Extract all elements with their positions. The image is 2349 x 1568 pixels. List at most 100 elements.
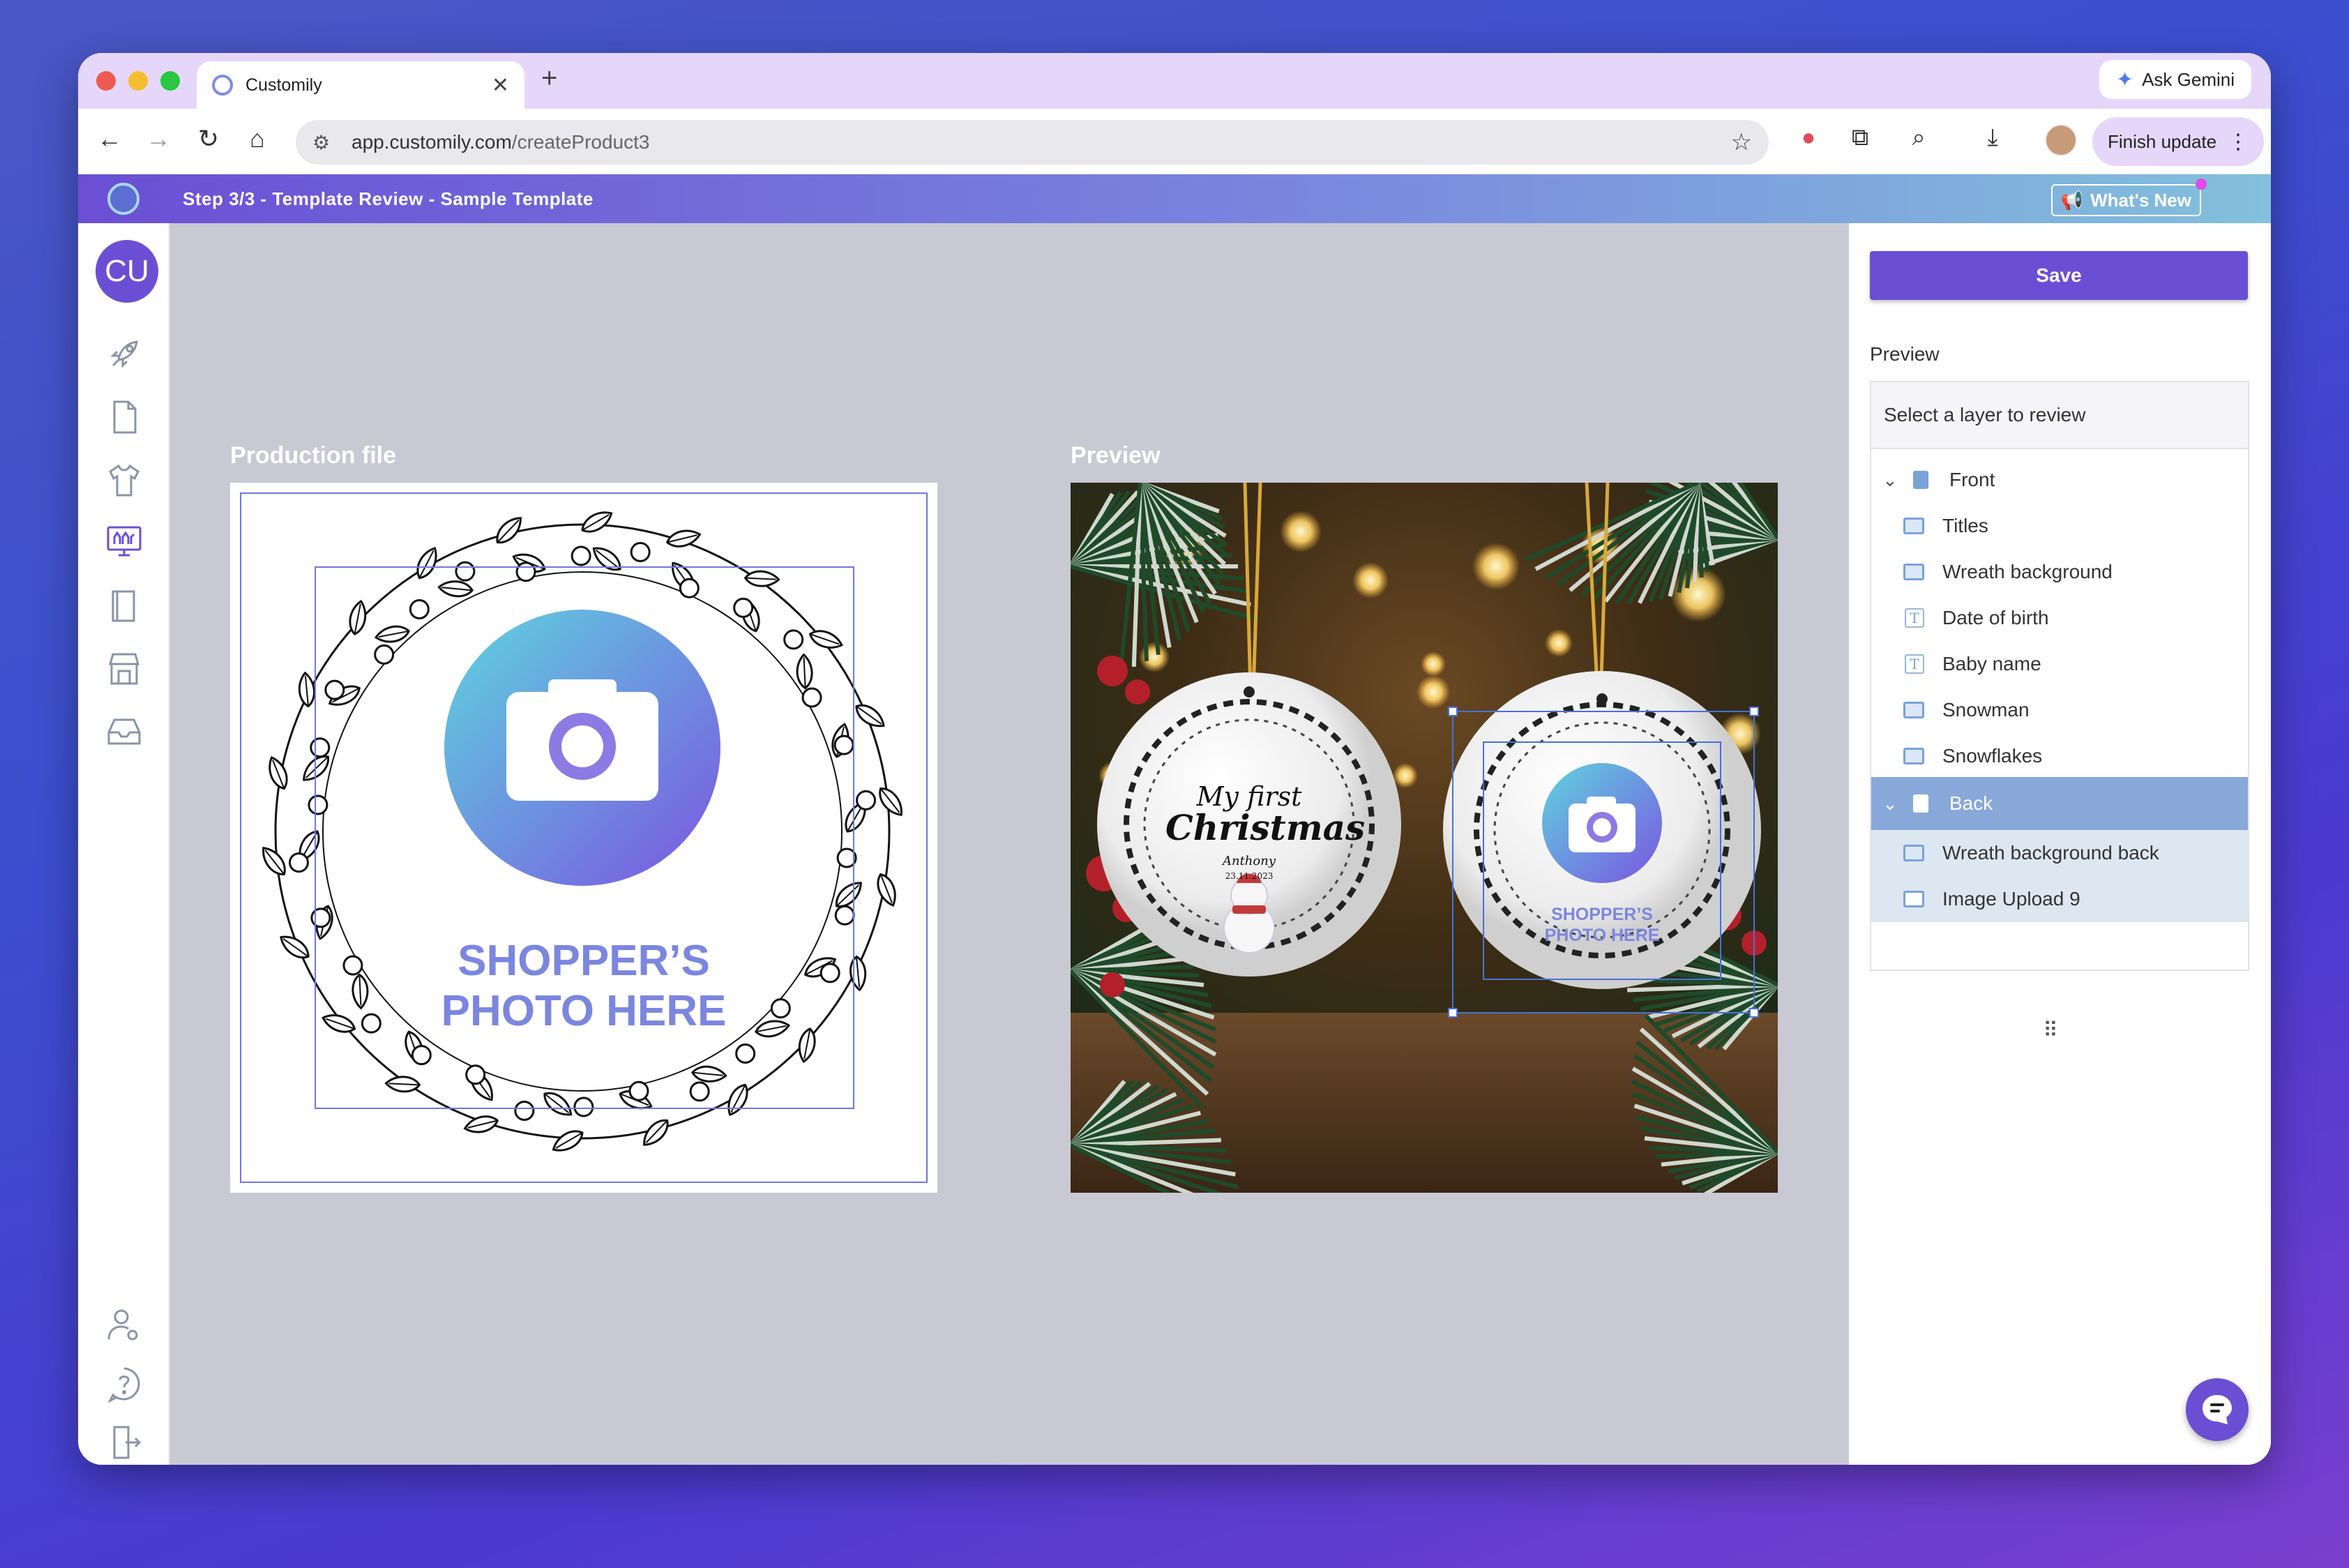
right-panel: Save Preview Select a layer to review ⌄ … bbox=[1849, 223, 2271, 1465]
layer-group-back[interactable]: ⌄ Back bbox=[1871, 777, 2248, 830]
tab-title: Customily bbox=[246, 75, 322, 95]
site-settings-icon[interactable]: ⚙ bbox=[312, 131, 333, 154]
text-layer-icon: T bbox=[1905, 608, 1924, 628]
shopper-line-1: SHOPPER’S bbox=[458, 937, 710, 985]
layer-item-label: Baby name bbox=[1942, 653, 2041, 674]
back-arrow-icon[interactable]: ← bbox=[92, 124, 127, 153]
ornament-date: 23.11.2023 bbox=[1225, 871, 1274, 881]
window-controls bbox=[96, 71, 180, 91]
image-layer-icon bbox=[1903, 564, 1924, 580]
rocket-icon[interactable] bbox=[105, 335, 144, 374]
layer-item-wreath-background-back[interactable]: Wreath background back bbox=[1871, 830, 2248, 876]
home-icon[interactable]: ⌂ bbox=[240, 124, 275, 153]
browser-toolbar: ← → ↻ ⌂ ⚙ app.customily.com/createProduc… bbox=[78, 109, 2271, 174]
ornament-line-2: Christmas bbox=[1165, 807, 1366, 848]
chevron-down-icon[interactable]: ⌄ bbox=[1882, 793, 1903, 815]
product-preview-image: My first Christmas Anthony 23.11.2023 SH… bbox=[1071, 483, 1778, 1193]
megaphone-icon: 📢 bbox=[2060, 189, 2084, 211]
bookmark-star-icon[interactable]: ☆ bbox=[1731, 128, 1752, 156]
image-layer-icon bbox=[1903, 518, 1924, 534]
layer-group-front[interactable]: ⌄ Front bbox=[1871, 458, 2248, 502]
ask-gemini-label: Ask Gemini bbox=[2142, 68, 2235, 90]
layer-item-label: Wreath background back bbox=[1942, 842, 2159, 864]
chevron-down-icon[interactable]: ⌄ bbox=[1882, 469, 1903, 491]
close-tab-icon[interactable]: ✕ bbox=[492, 73, 509, 98]
customily-favicon-icon bbox=[212, 75, 233, 96]
layer-item-baby-name[interactable]: T Baby name bbox=[1871, 642, 2248, 686]
layer-item-image-upload-9[interactable]: Image Upload 9 bbox=[1871, 876, 2248, 922]
layer-group-label: Front bbox=[1949, 469, 1995, 490]
download-icon[interactable]: ⤓ bbox=[1975, 124, 2010, 151]
ornament-front-text: My first Christmas Anthony 23.11.2023 bbox=[1165, 781, 1366, 881]
ornament-back-line-2: PHOTO HERE bbox=[1544, 926, 1660, 945]
maximize-window-button[interactable] bbox=[160, 71, 180, 91]
layer-item-label: Date of birth bbox=[1942, 607, 2049, 628]
reload-icon[interactable]: ↻ bbox=[191, 124, 226, 153]
tab-bar: Customily ✕ + ✦ Ask Gemini bbox=[78, 53, 2271, 109]
step-title: Step 3/3 - Template Review - Sample Temp… bbox=[183, 188, 594, 209]
ornament-name: Anthony bbox=[1222, 854, 1276, 868]
finish-update-button[interactable]: Finish update ⋮ bbox=[2092, 117, 2264, 166]
inbox-icon[interactable] bbox=[105, 711, 144, 751]
upload-layer-icon bbox=[1903, 891, 1924, 907]
whats-new-button[interactable]: 📢 What's New bbox=[2050, 179, 2207, 216]
save-button[interactable]: Save bbox=[1870, 251, 2248, 300]
layer-item-label: Titles bbox=[1942, 515, 1988, 536]
store-icon[interactable] bbox=[105, 649, 144, 688]
minimize-window-button[interactable] bbox=[128, 71, 148, 91]
whats-new-label: What's New bbox=[2090, 189, 2191, 211]
shopper-photo-placeholder: SHOPPER’S PHOTO HERE bbox=[230, 936, 937, 1036]
notification-dot bbox=[2196, 179, 2207, 190]
shopper-line-2: PHOTO HERE bbox=[441, 987, 727, 1035]
logout-icon[interactable] bbox=[105, 1423, 144, 1462]
document-layer-icon bbox=[1913, 794, 1928, 813]
forward-arrow-icon[interactable]: → bbox=[141, 124, 176, 153]
document-layer-icon bbox=[1913, 471, 1928, 489]
image-layer-icon bbox=[1903, 702, 1924, 718]
ornament-back-line-1: SHOPPER’S bbox=[1551, 905, 1653, 924]
address-bar[interactable]: ⚙ app.customily.com/createProduct3 ☆ bbox=[296, 120, 1769, 165]
extension-icon[interactable]: ● bbox=[1791, 124, 1826, 151]
user-settings-icon[interactable] bbox=[105, 1306, 144, 1345]
template-monitor-icon[interactable] bbox=[105, 522, 144, 561]
layer-item-snowflakes[interactable]: Snowflakes bbox=[1871, 734, 2248, 778]
url-path: /createProduct3 bbox=[511, 131, 650, 153]
finish-update-label: Finish update bbox=[2108, 130, 2217, 152]
layer-item-wreath-background[interactable]: Wreath background bbox=[1871, 550, 2248, 594]
layer-item-label: Wreath background bbox=[1942, 561, 2113, 582]
browser-window: Customily ✕ + ✦ Ask Gemini ← → ↻ ⌂ ⚙ app… bbox=[78, 53, 2271, 1465]
workspace-canvas: Production file Preview SHOPPER’S PHOTO … bbox=[169, 223, 1849, 1465]
layer-item-label: Image Upload 9 bbox=[1942, 888, 2080, 910]
left-sidebar: CU bbox=[78, 223, 169, 1465]
new-tab-button[interactable]: + bbox=[541, 63, 557, 94]
tshirt-icon[interactable] bbox=[105, 460, 144, 499]
chat-support-button[interactable] bbox=[2186, 1378, 2249, 1441]
extensions-puzzle-icon[interactable]: ⧉ bbox=[1843, 124, 1878, 151]
layer-selector: Select a layer to review ⌄ Front Titles … bbox=[1870, 381, 2249, 971]
layer-item-label: Snowman bbox=[1942, 699, 2030, 721]
close-window-button[interactable] bbox=[96, 71, 116, 91]
production-file-artboard[interactable]: SHOPPER’S PHOTO HERE bbox=[230, 483, 937, 1193]
browser-tab[interactable]: Customily ✕ bbox=[197, 61, 524, 109]
ask-gemini-button[interactable]: ✦ Ask Gemini bbox=[2099, 60, 2251, 99]
image-layer-icon bbox=[1903, 748, 1924, 764]
document-icon[interactable] bbox=[105, 398, 144, 437]
gemini-sparkle-icon: ✦ bbox=[2115, 68, 2134, 91]
user-avatar[interactable]: CU bbox=[96, 240, 158, 303]
layer-select-dropdown[interactable]: Select a layer to review bbox=[1871, 382, 2248, 449]
layer-item-titles[interactable]: Titles bbox=[1871, 504, 2248, 548]
layer-item-label: Snowflakes bbox=[1942, 745, 2043, 767]
layer-item-snowman[interactable]: Snowman bbox=[1871, 688, 2248, 732]
help-icon[interactable] bbox=[105, 1364, 144, 1403]
production-file-label: Production file bbox=[230, 442, 396, 469]
resize-grip-icon[interactable]: ⠿ bbox=[2043, 1018, 2058, 1043]
browser-menu-icon[interactable]: ⋮ bbox=[2228, 130, 2249, 154]
book-icon[interactable] bbox=[105, 586, 144, 625]
tab-search-icon[interactable]: ⌕ bbox=[1901, 124, 1936, 151]
profile-avatar[interactable] bbox=[2045, 124, 2077, 156]
layer-item-date-of-birth[interactable]: T Date of birth bbox=[1871, 596, 2248, 640]
customily-logo-icon[interactable] bbox=[107, 183, 139, 215]
panel-preview-label: Preview bbox=[1870, 343, 1940, 365]
text-layer-icon: T bbox=[1905, 654, 1924, 674]
app-header: Step 3/3 - Template Review - Sample Temp… bbox=[78, 174, 2271, 223]
